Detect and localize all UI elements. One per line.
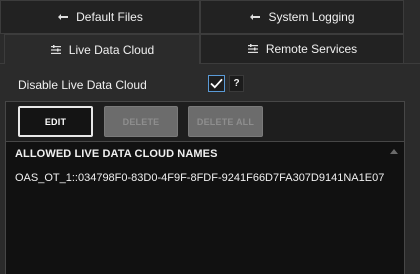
delete-button[interactable]: DELETE: [104, 106, 178, 137]
delete-all-button[interactable]: DELETE ALL: [188, 106, 263, 137]
scroll-up-icon[interactable]: [390, 149, 398, 154]
list-toolbar: EDIT DELETE DELETE ALL: [5, 101, 405, 142]
edit-button[interactable]: EDIT: [18, 106, 93, 137]
gear-icon: [57, 12, 69, 22]
disable-live-data-cloud-checkbox[interactable]: [208, 75, 225, 92]
list-item[interactable]: OAS_OT_1::034798F0-83D0-4F9F-8FDF-9241F6…: [15, 172, 384, 184]
disable-live-data-cloud-row: Disable Live Data Cloud: [18, 76, 147, 94]
tab-system-logging-label: System Logging: [268, 10, 355, 24]
help-button[interactable]: ?: [229, 75, 244, 92]
tab-remote-services[interactable]: Remote Services: [200, 34, 404, 64]
tab-default-files-label: Default Files: [76, 10, 143, 24]
tab-remote-services-label: Remote Services: [265, 42, 358, 56]
disable-live-data-cloud-label: Disable Live Data Cloud: [18, 78, 147, 92]
tab-strip-filler: [404, 0, 420, 64]
checkmark-icon: [210, 78, 223, 89]
gear-icon: [249, 12, 261, 22]
tab-system-logging[interactable]: System Logging: [200, 0, 404, 34]
tab-default-files[interactable]: Default Files: [0, 0, 200, 34]
tab-live-data-cloud[interactable]: Live Data Cloud: [4, 34, 200, 64]
tab-live-data-cloud-label: Live Data Cloud: [68, 42, 155, 57]
settings-lines-icon: [50, 44, 62, 55]
settings-lines-icon: [247, 44, 259, 54]
list-header: ALLOWED LIVE DATA CLOUD NAMES: [15, 148, 218, 160]
allowed-names-list: ALLOWED LIVE DATA CLOUD NAMES OAS_OT_1::…: [5, 142, 405, 274]
